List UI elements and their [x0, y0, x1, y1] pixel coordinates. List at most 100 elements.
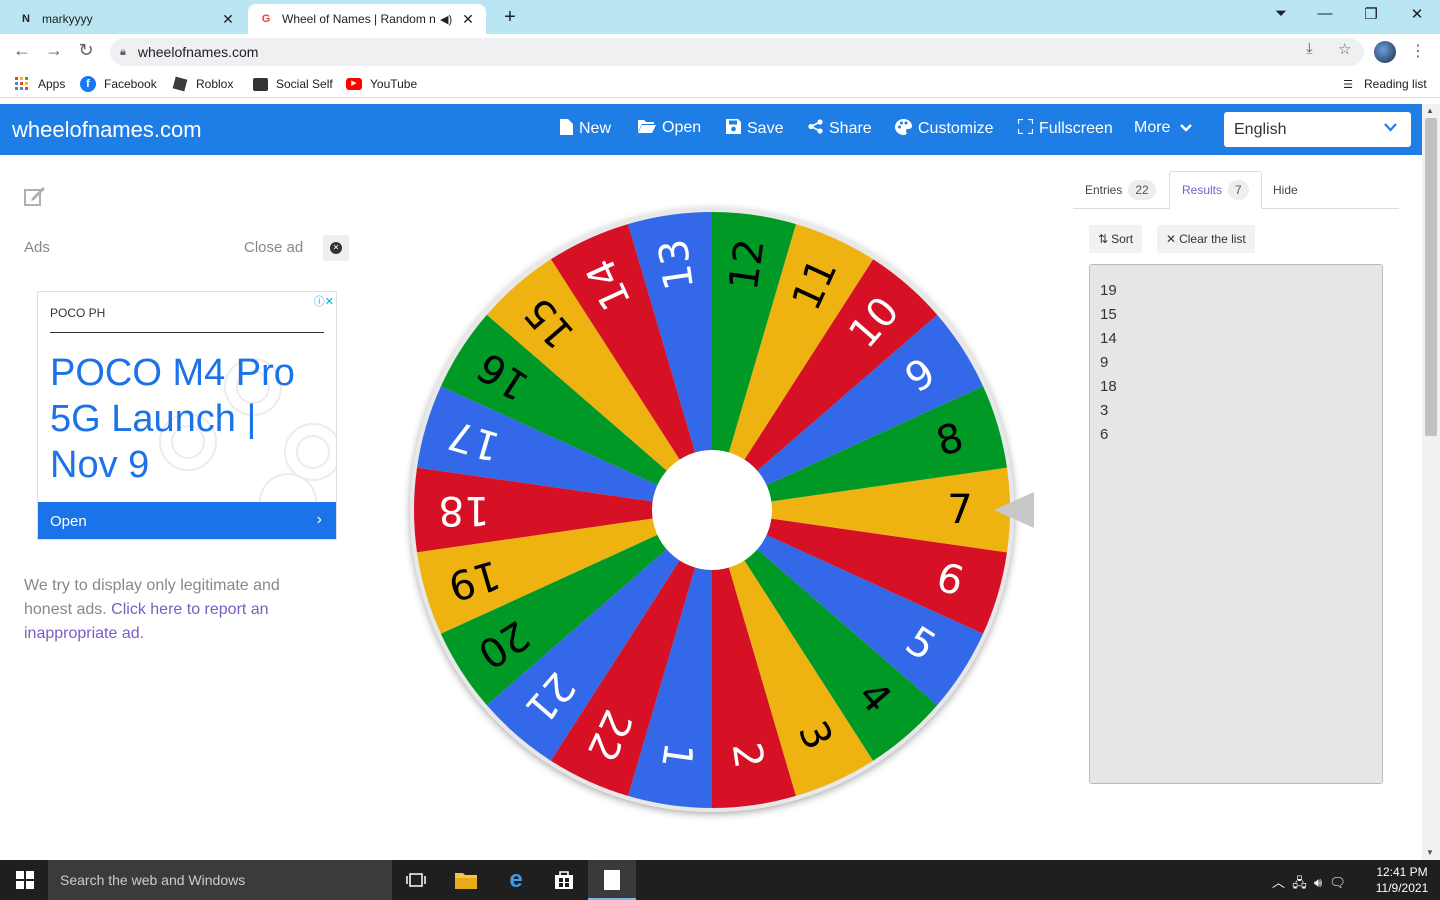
entries-count-badge: 22 — [1128, 180, 1156, 200]
save-button[interactable]: Save — [726, 119, 783, 138]
ad-open-label: Open — [50, 512, 87, 530]
browser-tab-wheel-of-names[interactable]: G Wheel of Names | Random n ◀) ✕ — [248, 4, 486, 34]
site-header: wheelofnames.com New Open Save Share Cus… — [0, 104, 1422, 155]
url-text: wheelofnames.com — [137, 44, 259, 60]
tab-search-icon[interactable]: ⏷ — [1270, 5, 1292, 22]
store-icon[interactable] — [552, 868, 576, 892]
clear-list-button[interactable]: ✕ Clear the list — [1157, 225, 1255, 253]
ad-headline: POCO M4 Pro 5G Launch | Nov 9 — [50, 352, 295, 486]
share-icon — [808, 119, 823, 138]
tab-hide[interactable]: Hide — [1261, 171, 1310, 209]
wheel-canvas[interactable]: 1 2 345678910111213141516171819202122 — [400, 200, 1040, 840]
notion-favicon-icon: N — [22, 13, 30, 25]
edit-pencil-icon[interactable] — [24, 186, 46, 212]
ads-label: Ads — [24, 239, 50, 256]
new-tab-button[interactable]: + — [498, 6, 522, 29]
sort-label: Sort — [1111, 232, 1134, 246]
bookmarks-bar: Apps f Facebook Roblox Social Self ▶ You… — [0, 70, 1440, 98]
task-view-icon[interactable] — [404, 868, 428, 892]
bookmark-facebook[interactable]: f Facebook — [80, 76, 157, 92]
wheel-slice-label: 7 — [947, 487, 972, 533]
taskbar-clock[interactable]: 12:41 PM 11/9/2021 — [1372, 864, 1432, 896]
file-icon — [560, 119, 573, 139]
reading-list-icon: ☰ — [1343, 78, 1353, 91]
tab-entries[interactable]: Entries 22 — [1073, 171, 1168, 209]
page-scrollbar[interactable]: ▲ ▼ — [1422, 104, 1440, 860]
bookmark-label: YouTube — [370, 77, 418, 91]
tab-title: Wheel of Names | Random n — [282, 12, 436, 26]
advertisement[interactable]: ⓘ✕ POCO PH POCO M4 Pro 5G Launch | Nov 9… — [37, 291, 337, 540]
apps-grid-icon — [14, 76, 30, 92]
file-explorer-icon[interactable] — [454, 868, 478, 892]
tab-results[interactable]: Results 7 — [1169, 171, 1262, 209]
address-bar[interactable]: 🔒︎ wheelofnames.com — [110, 38, 1364, 66]
wheel-center[interactable] — [652, 450, 772, 570]
taskbar-search-placeholder: Search the web and Windows — [60, 872, 246, 888]
wheel-slice-label: 18 — [439, 487, 490, 533]
maximize-icon[interactable]: ❐ — [1360, 5, 1382, 23]
folder-open-icon — [638, 119, 656, 137]
bookmark-apps[interactable]: Apps — [14, 76, 65, 92]
close-icon: ✕ — [1166, 232, 1177, 246]
scroll-down-icon[interactable]: ▼ — [1426, 848, 1434, 857]
close-ad-button[interactable]: ✕ — [323, 235, 349, 261]
open-button-label: Open — [662, 119, 702, 136]
roblox-icon — [172, 76, 188, 92]
bookmark-roblox[interactable]: Roblox — [172, 76, 233, 92]
windows-start-icon[interactable] — [16, 871, 34, 889]
results-textarea[interactable]: 19 15 14 9 18 3 6 — [1089, 264, 1383, 784]
sort-button[interactable]: ⇅ Sort — [1089, 225, 1143, 253]
facebook-icon: f — [80, 76, 96, 92]
site-logo[interactable]: wheelofnames.com — [12, 117, 202, 143]
close-window-icon[interactable]: ✕ — [1406, 5, 1428, 23]
system-tray[interactable]: ︿ 🖧︎ 🔊︎ 🗨︎ — [1272, 872, 1346, 896]
close-tab-icon[interactable]: ✕ — [460, 11, 476, 28]
wheel-of-names[interactable]: 1 2 3 4 5 6 7 8 9 10 11 12 13 14 15 16 17 18 19 20 21 22 — [400, 200, 1040, 840]
bookmark-social-self[interactable]: Social Self — [252, 76, 333, 92]
language-select[interactable]: English — [1224, 112, 1411, 147]
taskbar-search-input[interactable]: Search the web and Windows — [48, 860, 392, 900]
share-button-label: Share — [829, 119, 872, 137]
ad-brand: POCO PH — [50, 306, 106, 320]
back-arrow-icon[interactable]: ← — [10, 40, 34, 61]
ad-open-button[interactable]: Open › — [38, 502, 336, 539]
reload-icon[interactable]: ↻ — [74, 40, 98, 61]
wheel-favicon-icon: G — [261, 13, 271, 25]
result-item: 19 — [1100, 282, 1117, 299]
edge-browser-icon[interactable]: e — [504, 866, 528, 893]
scroll-up-icon[interactable]: ▲ — [1426, 106, 1434, 115]
close-circle-icon: ✕ — [330, 242, 342, 254]
new-button-label: New — [579, 120, 612, 137]
reading-list-button[interactable]: ☰ Reading list — [1340, 76, 1427, 92]
tab-title: markyyyy — [42, 12, 93, 26]
minimize-icon[interactable]: — — [1314, 5, 1336, 22]
browser-tab-markyyyy[interactable]: N markyyyy ✕ — [8, 4, 246, 34]
taskbar-active-app[interactable] — [588, 860, 636, 900]
result-item: 6 — [1100, 426, 1109, 443]
chrome-menu-icon[interactable]: ⋮ — [1410, 41, 1426, 61]
audio-playing-icon[interactable]: ◀) — [440, 13, 456, 26]
forward-arrow-icon[interactable]: → — [42, 40, 66, 61]
profile-avatar[interactable] — [1374, 41, 1396, 63]
bookmark-star-icon[interactable]: ☆ — [1338, 40, 1351, 58]
bookmark-label: Apps — [38, 77, 66, 91]
more-dropdown[interactable]: More — [1134, 119, 1193, 137]
fullscreen-button[interactable]: Fullscreen — [1016, 117, 1113, 138]
open-button[interactable]: Open — [638, 119, 701, 137]
close-tab-icon[interactable]: ✕ — [220, 11, 236, 28]
panel-tabs: Entries 22 Results 7 Hide — [1073, 171, 1399, 209]
fullscreen-icon — [1016, 117, 1035, 138]
more-label: More — [1134, 119, 1171, 136]
ad-choices-icon[interactable]: ⓘ✕ — [314, 293, 334, 309]
scroll-thumb[interactable] — [1425, 118, 1437, 436]
browser-toolbar: ← → ↻ 🔒︎ wheelofnames.com ⤓ ☆ ⋮ — [0, 34, 1440, 70]
new-button[interactable]: New — [560, 119, 611, 139]
results-count-badge: 7 — [1228, 180, 1249, 200]
ad-divider — [50, 332, 324, 333]
bookmark-youtube[interactable]: ▶ YouTube — [346, 76, 417, 92]
install-app-icon[interactable]: ⤓ — [1306, 40, 1313, 57]
share-button[interactable]: Share — [808, 119, 872, 138]
customize-button[interactable]: Customize — [895, 119, 994, 139]
wheel-slice-label: 13 — [650, 236, 703, 293]
customize-button-label: Customize — [918, 120, 994, 137]
